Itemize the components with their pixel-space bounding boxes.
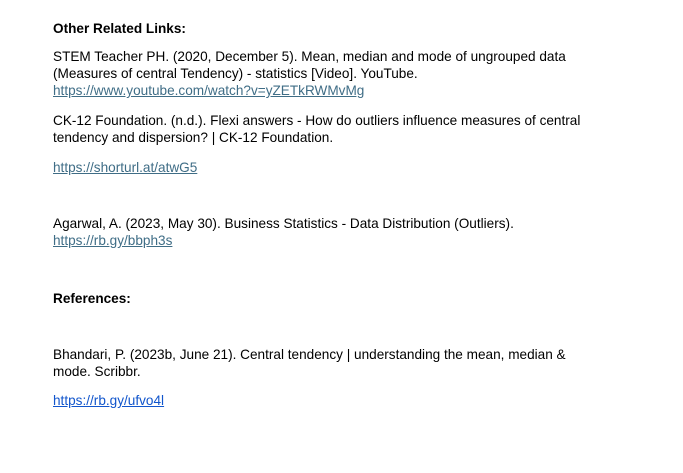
citation-line: Agarwal, A. (2023, May 30). Business Sta…: [53, 216, 514, 231]
related-entry-ck12: CK-12 Foundation. (n.d.). Flexi answers …: [53, 112, 653, 146]
citation-line: STEM Teacher PH. (2020, December 5). Mea…: [53, 49, 566, 64]
shorturl-link[interactable]: https://shorturl.at/atwG5: [53, 159, 653, 176]
rbgy-ufvo4l-link[interactable]: https://rb.gy/ufvo4l: [53, 392, 653, 409]
rbgy-bbph3s-link[interactable]: https://rb.gy/bbph3s: [53, 232, 653, 249]
related-entry-ck12-link: https://shorturl.at/atwG5: [53, 159, 653, 176]
youtube-link[interactable]: https://www.youtube.com/watch?v=yZETkRWM…: [53, 82, 653, 99]
document-page: { "related": { "heading": "Other Related…: [0, 0, 683, 473]
related-entry-agarwal: Agarwal, A. (2023, May 30). Business Sta…: [53, 215, 653, 249]
citation-line: CK-12 Foundation. (n.d.). Flexi answers …: [53, 113, 581, 128]
citation-line: tendency and dispersion? | CK-12 Foundat…: [53, 130, 334, 145]
reference-entry-bhandari: Bhandari, P. (2023b, June 21). Central t…: [53, 346, 653, 380]
related-entry-stem-teacher: STEM Teacher PH. (2020, December 5). Mea…: [53, 48, 653, 99]
citation-line: (Measures of central Tendency) - statist…: [53, 66, 418, 81]
citation-line: Bhandari, P. (2023b, June 21). Central t…: [53, 347, 566, 362]
reference-entry-bhandari-link: https://rb.gy/ufvo4l: [53, 392, 653, 409]
citation-line: mode. Scribbr.: [53, 364, 141, 379]
references-heading: References:: [53, 291, 131, 306]
related-links-heading: Other Related Links:: [53, 21, 186, 36]
